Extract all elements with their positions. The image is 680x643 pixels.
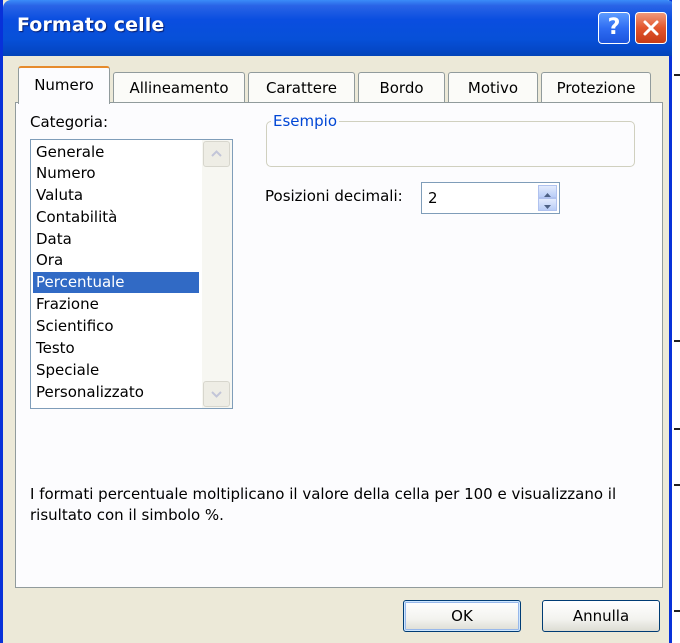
list-item-numero[interactable]: Numero <box>33 163 199 184</box>
list-item-contabilita[interactable]: Contabilità <box>33 207 199 228</box>
tab-motivo[interactable]: Motivo <box>448 72 538 102</box>
tab-label: Protezione <box>556 79 636 97</box>
spinner-buttons <box>538 185 557 211</box>
list-item-speciale[interactable]: Speciale <box>33 360 199 381</box>
list-item-ora[interactable]: Ora <box>33 250 199 271</box>
category-listbox[interactable]: Generale Numero Valuta Contabilità Data … <box>30 139 233 409</box>
ok-button[interactable]: OK <box>403 600 521 632</box>
format-description: I formati percentuale moltiplicano il va… <box>30 485 617 524</box>
category-scrollbar[interactable] <box>202 140 232 408</box>
list-item-generale[interactable]: Generale <box>33 142 199 163</box>
list-item-personalizzato[interactable]: Personalizzato <box>33 382 199 403</box>
scroll-down-button[interactable] <box>203 381 230 407</box>
spin-down-icon <box>544 205 551 209</box>
scroll-up-button[interactable] <box>203 141 230 167</box>
background-window-edge <box>672 0 680 643</box>
decimal-places-label: Posizioni decimali: <box>265 187 403 205</box>
tab-carattere[interactable]: Carattere <box>248 72 355 102</box>
decimal-places-spinner[interactable]: 2 <box>421 182 560 214</box>
sample-groupbox: Esempio <box>266 112 635 167</box>
format-cells-dialog: Formato celle ? Numero Allineamento Cara… <box>0 0 675 643</box>
cancel-button-label: Annulla <box>572 607 630 625</box>
sample-label: Esempio <box>271 112 339 130</box>
close-icon <box>643 20 659 36</box>
list-item-data[interactable]: Data <box>33 229 199 250</box>
spin-up-button[interactable] <box>538 185 557 198</box>
list-item-percentuale[interactable]: Percentuale <box>33 272 199 293</box>
tab-numero[interactable]: Numero <box>18 66 110 104</box>
list-item-testo[interactable]: Testo <box>33 338 199 359</box>
tab-label: Motivo <box>467 79 519 97</box>
category-label: Categoria: <box>30 113 109 131</box>
list-item-frazione[interactable]: Frazione <box>33 294 199 315</box>
ok-button-label: OK <box>451 607 473 625</box>
tab-allineamento[interactable]: Allineamento <box>113 72 245 102</box>
chevron-down-icon <box>211 391 222 398</box>
window-title: Formato celle <box>17 14 165 36</box>
title-bar[interactable]: Formato celle ? <box>3 0 675 56</box>
tab-bordo[interactable]: Bordo <box>358 72 445 102</box>
close-button[interactable] <box>635 12 667 44</box>
tab-label: Numero <box>34 76 94 94</box>
tab-label: Carattere <box>265 79 338 97</box>
chevron-up-icon <box>211 150 222 157</box>
list-item-scientifico[interactable]: Scientifico <box>33 316 199 337</box>
list-item-valuta[interactable]: Valuta <box>33 185 199 206</box>
help-button[interactable]: ? <box>598 12 630 44</box>
tab-label: Allineamento <box>129 79 229 97</box>
cancel-button[interactable]: Annulla <box>542 600 660 632</box>
tab-protezione[interactable]: Protezione <box>541 72 651 102</box>
spin-down-button[interactable] <box>538 198 557 211</box>
decimal-places-input[interactable]: 2 <box>428 189 438 207</box>
help-icon: ? <box>607 15 621 40</box>
tab-label: Bordo <box>379 79 424 97</box>
